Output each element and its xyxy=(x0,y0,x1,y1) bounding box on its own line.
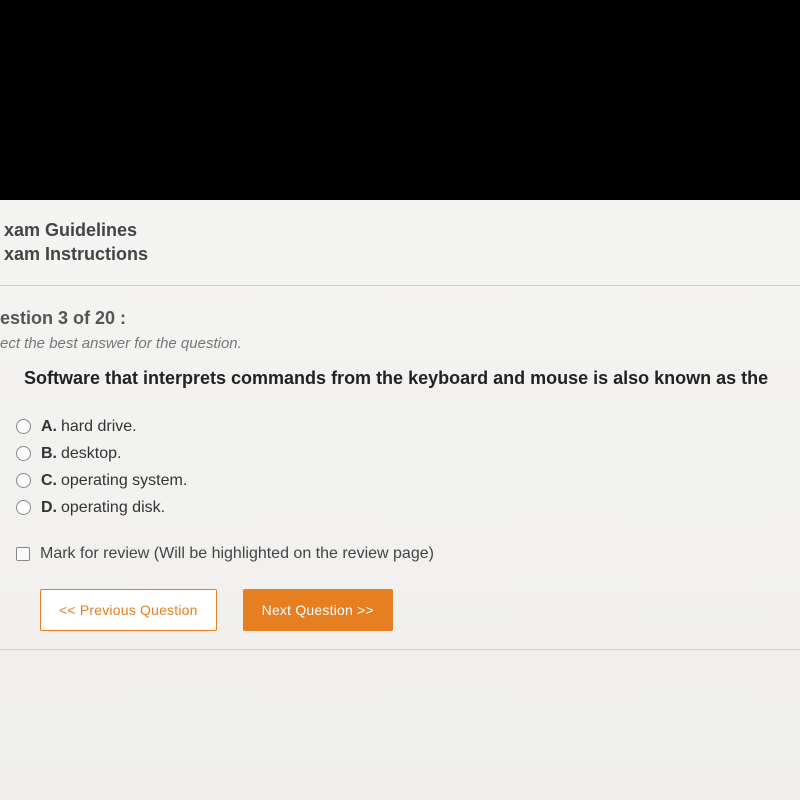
option-letter: C. xyxy=(41,472,57,490)
header-links: xam Guidelines xam Instructions xyxy=(4,218,790,267)
window-black-bar xyxy=(0,0,800,200)
option-text: operating disk. xyxy=(61,499,165,517)
question-instruction: ect the best answer for the question. xyxy=(0,335,790,352)
option-text: hard drive. xyxy=(61,418,137,436)
question-text: Software that interprets commands from t… xyxy=(24,366,790,390)
option-a[interactable]: A. hard drive. xyxy=(16,418,790,436)
options-group: A. hard drive. B. desktop. C. operating … xyxy=(16,418,790,517)
mark-for-review[interactable]: Mark for review (Will be highlighted on … xyxy=(16,545,790,563)
next-question-button[interactable]: Next Question >> xyxy=(243,589,393,631)
option-d[interactable]: D. operating disk. xyxy=(16,499,790,517)
exam-guidelines-link[interactable]: xam Guidelines xyxy=(4,218,790,242)
option-b[interactable]: B. desktop. xyxy=(16,445,790,463)
option-letter: D. xyxy=(41,499,57,517)
radio-icon[interactable] xyxy=(16,419,31,434)
nav-buttons: << Previous Question Next Question >> xyxy=(40,589,790,631)
previous-question-button[interactable]: << Previous Question xyxy=(40,589,217,631)
exam-instructions-link[interactable]: xam Instructions xyxy=(4,242,790,266)
option-c[interactable]: C. operating system. xyxy=(16,472,790,490)
checkbox-icon[interactable] xyxy=(16,547,30,561)
option-letter: B. xyxy=(41,445,57,463)
radio-icon[interactable] xyxy=(16,446,31,461)
divider xyxy=(0,649,800,650)
radio-icon[interactable] xyxy=(16,500,31,515)
exam-page: xam Guidelines xam Instructions estion 3… xyxy=(0,200,800,800)
option-text: desktop. xyxy=(61,445,121,463)
radio-icon[interactable] xyxy=(16,473,31,488)
option-letter: A. xyxy=(41,418,57,436)
review-label: Mark for review (Will be highlighted on … xyxy=(40,545,434,563)
option-text: operating system. xyxy=(61,472,187,490)
question-number: estion 3 of 20 : xyxy=(0,308,790,329)
divider xyxy=(0,285,800,286)
